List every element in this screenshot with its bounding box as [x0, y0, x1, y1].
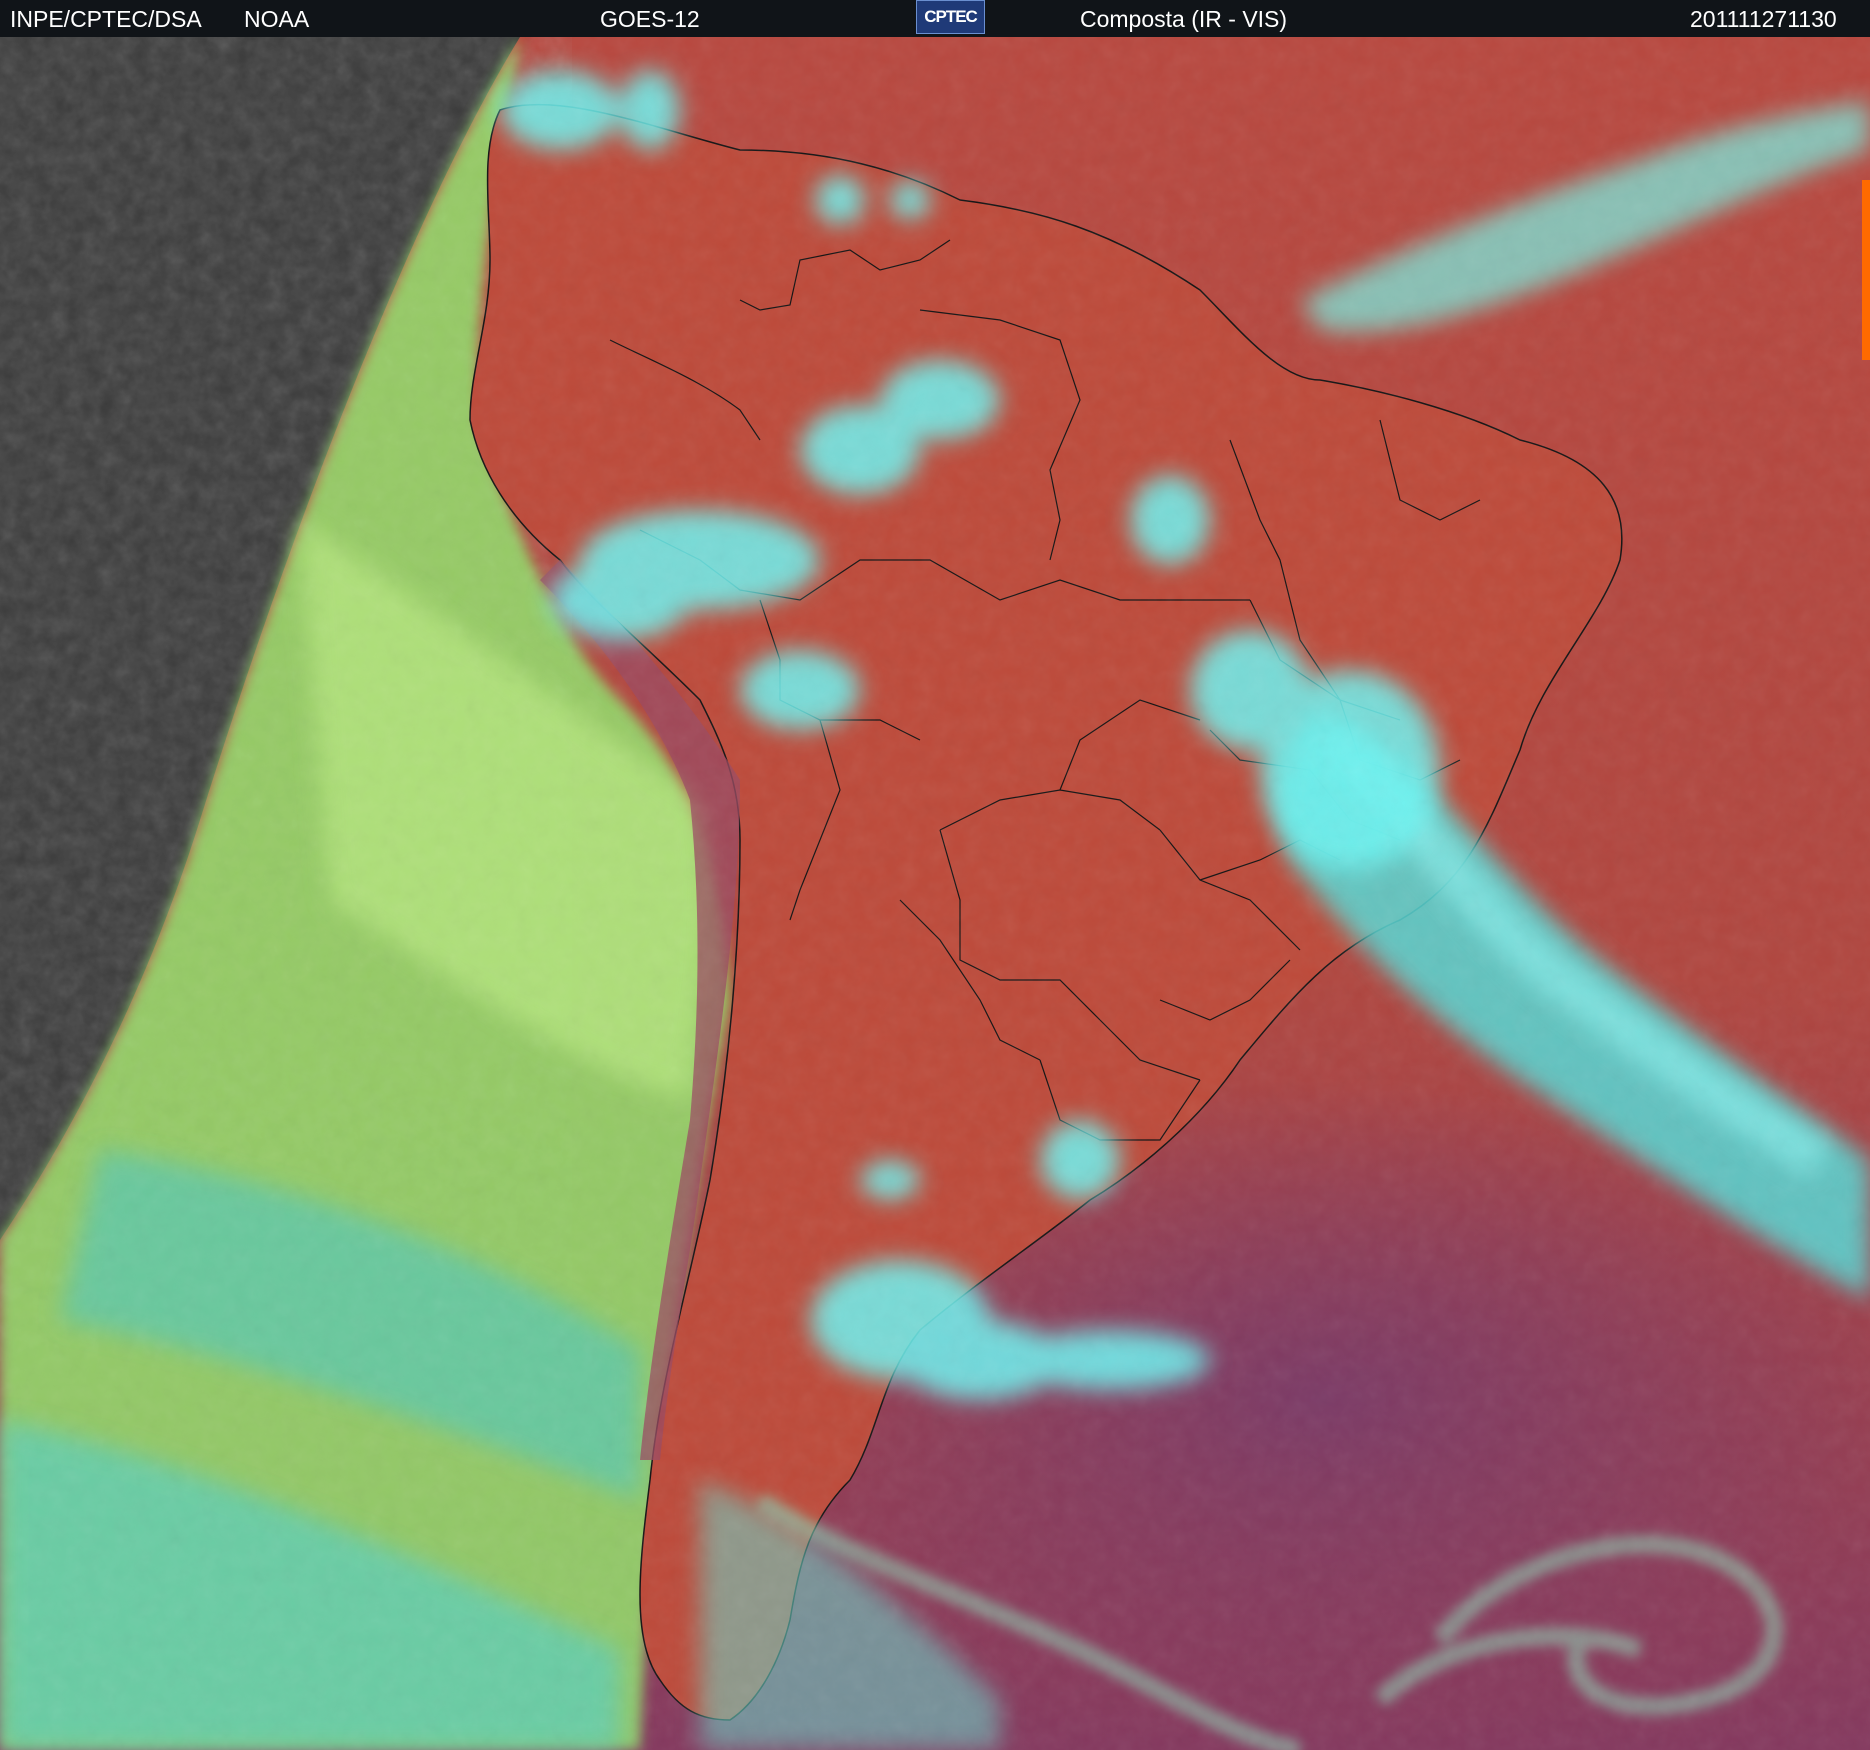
- image-edge-strip: [1862, 180, 1870, 360]
- satellite-label: GOES-12: [600, 6, 700, 32]
- satellite-composite-image: [0, 37, 1870, 1750]
- product-label: Composta (IR - VIS): [1080, 6, 1288, 32]
- partner-label: NOAA: [244, 6, 310, 32]
- agency-label: INPE/CPTEC/DSA: [10, 6, 202, 32]
- timestamp-label: 201111271130: [1690, 6, 1837, 32]
- title-bar: INPE/CPTEC/DSA NOAA GOES-12 CPTEC Compos…: [0, 0, 1870, 37]
- cptec-logo: CPTEC: [916, 0, 985, 34]
